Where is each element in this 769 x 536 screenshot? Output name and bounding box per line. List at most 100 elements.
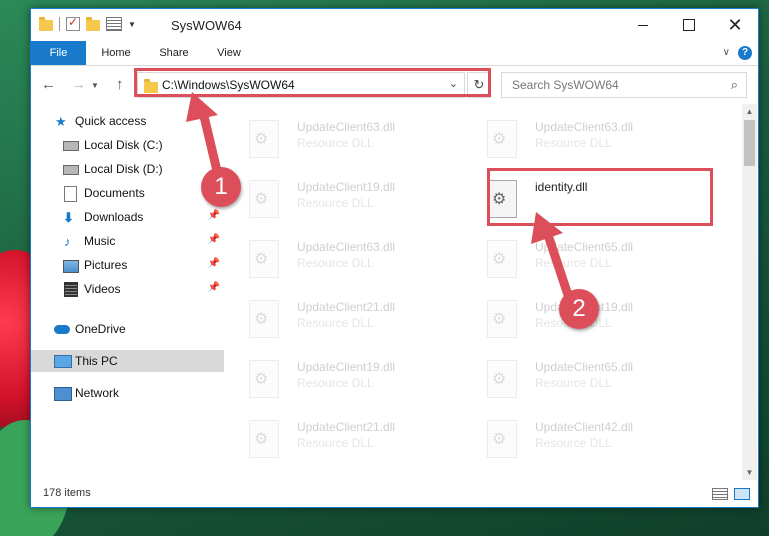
sidebar-item-videos[interactable]: Videos 📌 [31,278,224,300]
sidebar-item-music[interactable]: ♪ Music 📌 [31,230,224,252]
tab-file[interactable]: File [31,41,86,65]
file-item[interactable]: ⚙ UpdateClient19.dll Resource DLL [227,358,427,406]
file-name: UpdateClient21.dll [297,420,396,434]
properties-check-icon[interactable] [66,15,80,31]
file-type: Resource DLL [535,376,612,390]
up-arrow-icon[interactable]: ↑ [116,76,124,93]
new-folder-icon[interactable] [86,16,100,31]
title-bar: ▼ SysWOW64 ✕ [31,9,758,41]
recent-locations-chevron-icon[interactable]: ▼ [91,81,99,90]
file-name: UpdateClient65.dll [535,360,634,374]
details-view-icon[interactable] [712,488,728,500]
sidebar-item-label: Music [84,234,116,248]
dll-file-icon: ⚙ [487,120,517,158]
gear-icon: ⚙ [254,191,269,208]
ribbon-tabs: File Home Share View ∨ ? [31,41,758,66]
tab-view[interactable]: View [206,41,252,65]
navigation-pane: ★ Quick access Local Disk (C:) Local Dis… [31,104,224,474]
step-1-badge: 1 [201,167,241,207]
file-type: Resource DLL [297,136,374,150]
drive-icon [63,165,79,175]
address-bar-highlight [134,68,491,97]
sidebar-item-label: Local Disk (C:) [84,138,163,152]
file-type: Resource DLL [297,196,374,210]
this-pc-icon [54,355,72,368]
sidebar-item-local-disk-c[interactable]: Local Disk (C:) [31,134,224,156]
drive-icon [63,141,79,151]
music-icon: ♪ [64,234,71,249]
scroll-down-arrow-icon[interactable]: ▼ [742,465,757,480]
sidebar-item-pictures[interactable]: Pictures 📌 [31,254,224,276]
forward-arrow-icon[interactable]: → [71,76,86,93]
pin-icon: 📌 [207,210,220,221]
file-type: Resource DLL [297,256,374,270]
customize-toolbar-chevron-down-icon[interactable]: ▼ [128,20,136,29]
dll-file-icon: ⚙ [487,420,517,458]
sidebar-item-quick-access[interactable]: ★ Quick access [31,110,224,132]
scrollbar-thumb[interactable] [744,120,755,166]
sidebar-item-label: Documents [84,186,145,200]
tab-home[interactable]: Home [93,41,139,65]
close-button[interactable]: ✕ [712,9,758,41]
file-item[interactable]: ⚙ UpdateClient65.dll Resource DLL [465,358,665,406]
sidebar-item-network[interactable]: Network [31,382,224,404]
minimize-icon [638,24,648,26]
sidebar-item-local-disk-d[interactable]: Local Disk (D:) [31,158,224,180]
back-arrow-icon[interactable]: ← [41,76,56,93]
file-item[interactable]: ⚙ UpdateClient63.dll Resource DLL [465,118,665,166]
file-item[interactable]: ⚙ UpdateClient63.dll Resource DLL [227,118,427,166]
expand-ribbon-chevron-icon[interactable]: ∨ [723,47,730,58]
vertical-scrollbar[interactable]: ▲ ▼ [742,104,757,480]
folder-icon[interactable] [39,16,53,31]
pin-icon: 📌 [207,282,220,293]
file-item[interactable]: ⚙ UpdateClient21.dll Resource DLL [227,418,427,466]
sidebar-item-downloads[interactable]: ⬇ Downloads 📌 [31,206,224,228]
gear-icon: ⚙ [254,131,269,148]
gear-icon: ⚙ [254,251,269,268]
dll-file-icon: ⚙ [249,360,279,398]
dll-file-icon: ⚙ [249,120,279,158]
file-name: UpdateClient19.dll [297,360,396,374]
quick-access-toolbar: ▼ [39,15,136,31]
minimize-button[interactable] [620,9,666,41]
dll-file-icon: ⚙ [487,240,517,278]
maximize-button[interactable] [666,9,712,41]
sidebar-item-this-pc[interactable]: This PC [31,350,224,372]
file-item[interactable]: ⚙ UpdateClient19.dll Resource DLL [227,178,427,226]
large-icons-view-icon[interactable] [734,488,750,500]
scroll-up-arrow-icon[interactable]: ▲ [742,104,757,119]
gear-icon: ⚙ [492,251,507,268]
file-item[interactable]: ⚙ UpdateClient42.dll Resource DLL [465,418,665,466]
file-type: Resource DLL [297,376,374,390]
sidebar-item-onedrive[interactable]: OneDrive [31,318,224,340]
tab-share[interactable]: Share [151,41,197,65]
file-type: Resource DLL [535,436,612,450]
window-title: SysWOW64 [171,18,242,33]
download-icon: ⬇ [63,210,74,225]
file-item[interactable]: ⚙ UpdateClient65.dll Resource DLL [465,238,665,286]
gear-icon: ⚙ [492,371,507,388]
sidebar-item-label: Local Disk (D:) [84,162,163,176]
maximize-icon [683,19,695,31]
sidebar-item-label: Quick access [75,114,147,128]
gear-icon: ⚙ [254,311,269,328]
rename-icon[interactable] [106,17,122,31]
file-item[interactable]: ⚙ UpdateClient21.dll Resource DLL [227,298,427,346]
sidebar-item-label: OneDrive [75,322,126,336]
file-type: Resource DLL [535,256,612,270]
search-icon[interactable]: ⌕ [731,77,738,93]
dll-file-icon: ⚙ [249,240,279,278]
videos-icon [64,282,78,297]
gear-icon: ⚙ [254,431,269,448]
star-icon: ★ [55,114,67,129]
search-placeholder[interactable]: Search SysWOW64 [512,78,619,92]
onedrive-icon [54,325,70,334]
file-item[interactable]: ⚙ UpdateClient63.dll Resource DLL [227,238,427,286]
file-list: ⚙ UpdateClient63.dll Resource DLL ⚙ Upda… [227,104,739,474]
help-icon[interactable]: ? [738,46,752,60]
search-box[interactable]: Search SysWOW64 ⌕ [501,72,747,98]
dll-file-icon: ⚙ [249,180,279,218]
sidebar-item-documents[interactable]: Documents [31,182,224,204]
dll-file-icon: ⚙ [487,300,517,338]
close-icon: ✕ [727,14,743,35]
